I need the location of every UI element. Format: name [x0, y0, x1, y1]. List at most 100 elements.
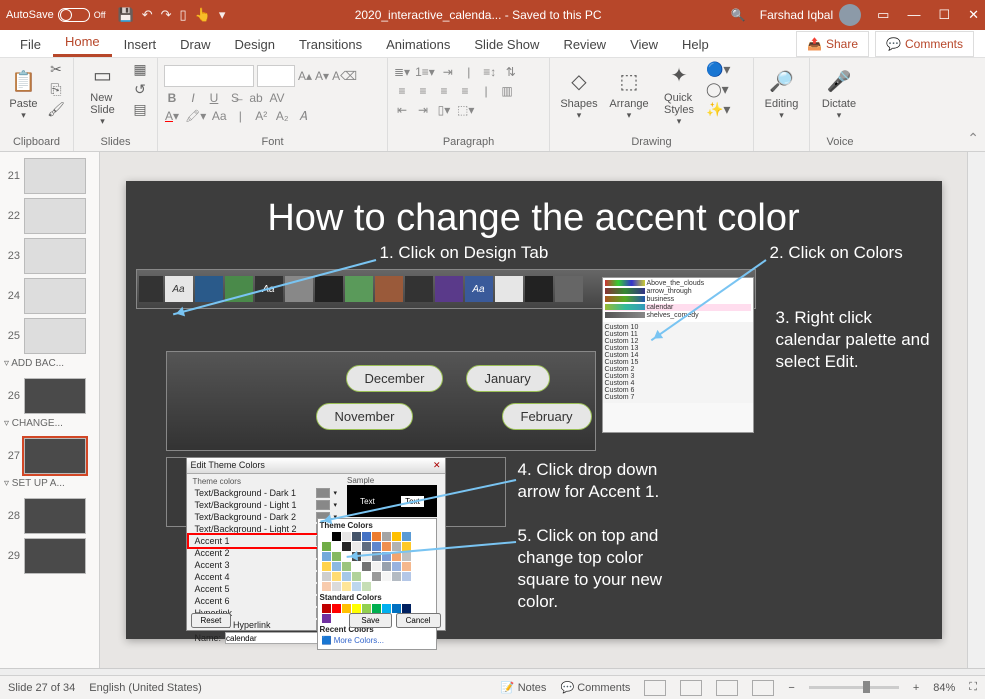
shadow-icon[interactable]: ab: [248, 91, 264, 105]
list-level-icon[interactable]: ⇥: [440, 65, 456, 79]
italic-icon[interactable]: I: [185, 91, 201, 105]
zoom-slider[interactable]: [809, 686, 899, 689]
normal-view-icon[interactable]: [644, 680, 666, 696]
step-4-text[interactable]: 4. Click drop down arrow for Accent 1.: [518, 459, 668, 503]
tab-file[interactable]: File: [8, 32, 53, 57]
step-5-text[interactable]: 5. Click on top and change top color squ…: [518, 525, 668, 613]
font-color-icon[interactable]: A▾: [164, 109, 180, 124]
maximize-icon[interactable]: ☐: [938, 7, 950, 23]
section-icon[interactable]: ▤: [129, 101, 151, 118]
autosave-toggle[interactable]: AutoSave Off: [6, 8, 106, 22]
thumbnail-25[interactable]: 25: [0, 316, 99, 356]
slideshow-view-icon[interactable]: [752, 680, 774, 696]
slide-canvas[interactable]: How to change the accent color 1. Click …: [100, 152, 967, 668]
close-icon[interactable]: ✕: [968, 7, 979, 23]
shape-effects-icon[interactable]: ✨▾: [706, 101, 728, 118]
quick-styles-button[interactable]: ✦Quick Styles▾: [656, 61, 702, 127]
line-spacing-icon[interactable]: ≡↕: [482, 65, 498, 79]
editing-button[interactable]: 🔎Editing▾: [760, 61, 803, 127]
notes-splitter[interactable]: [0, 668, 985, 675]
thumbnail-28[interactable]: 28: [0, 496, 99, 536]
underline-icon[interactable]: U: [206, 91, 222, 105]
save-button[interactable]: Save: [349, 613, 391, 628]
shapes-button[interactable]: ◇Shapes▾: [556, 61, 602, 127]
justify-icon[interactable]: ≡: [457, 84, 473, 98]
slide-thumbnails[interactable]: 2122232425▿ ADD BAC...26▿ CHANGE...27▿ S…: [0, 152, 100, 668]
align-text-icon[interactable]: ▯▾: [436, 103, 452, 117]
minimize-icon[interactable]: ―: [907, 7, 920, 23]
text-direction-icon[interactable]: ⇅: [503, 65, 519, 79]
search-icon[interactable]: 🔍: [731, 8, 746, 22]
copy-icon[interactable]: ⎘: [45, 81, 67, 98]
tab-review[interactable]: Review: [551, 32, 618, 57]
font-size-combo[interactable]: [257, 65, 295, 87]
comments-status-button[interactable]: 💬 Comments: [560, 681, 630, 694]
columns-icon[interactable]: ▥: [499, 84, 515, 98]
redo-icon[interactable]: ↷: [161, 7, 172, 23]
touch-icon[interactable]: 👆: [195, 7, 211, 23]
section-header[interactable]: ▿ CHANGE...: [4, 418, 84, 434]
format-painter-icon[interactable]: 🖌: [45, 101, 67, 118]
tab-home[interactable]: Home: [53, 29, 112, 57]
new-slide-button[interactable]: ▭New Slide▾: [80, 61, 125, 127]
share-button[interactable]: 📤 Share: [796, 31, 869, 57]
sorter-view-icon[interactable]: [680, 680, 702, 696]
user-account[interactable]: Farshad Iqbal: [760, 4, 861, 26]
change-case-icon[interactable]: Aa: [211, 109, 227, 124]
bold-icon[interactable]: B: [164, 91, 180, 105]
current-slide[interactable]: How to change the accent color 1. Click …: [126, 181, 942, 639]
bullets-icon[interactable]: ≣▾: [394, 65, 410, 79]
qat-more-icon[interactable]: ▾: [219, 7, 226, 23]
thumbnail-26[interactable]: 26: [0, 376, 99, 416]
tab-view[interactable]: View: [618, 32, 670, 57]
thumbnail-27[interactable]: 27: [0, 436, 99, 476]
align-center-icon[interactable]: ≡: [415, 84, 431, 98]
zoom-level[interactable]: 84%: [933, 682, 955, 694]
zoom-out-icon[interactable]: −: [788, 682, 794, 694]
spacing-icon[interactable]: AV: [269, 91, 285, 105]
align-right-icon[interactable]: ≡: [436, 84, 452, 98]
zoom-in-icon[interactable]: +: [913, 682, 919, 694]
numbering-icon[interactable]: 1≡▾: [415, 65, 435, 79]
step-1-text[interactable]: 1. Click on Design Tab: [380, 243, 549, 263]
tab-insert[interactable]: Insert: [112, 32, 169, 57]
thumbnail-29[interactable]: 29: [0, 536, 99, 576]
grow-font-icon[interactable]: A▴: [298, 69, 312, 83]
shape-fill-icon[interactable]: 🔵▾: [706, 61, 728, 78]
dictate-button[interactable]: 🎤Dictate▾: [816, 61, 862, 127]
smartart-icon[interactable]: ⬚▾: [457, 103, 474, 117]
reset-button[interactable]: Reset: [191, 613, 232, 628]
paste-button[interactable]: 📋Paste▾: [6, 61, 41, 127]
arrange-button[interactable]: ⬚Arrange▾: [606, 61, 652, 127]
save-icon[interactable]: 💾: [118, 7, 134, 23]
thumbnail-22[interactable]: 22: [0, 196, 99, 236]
vertical-scrollbar[interactable]: [967, 152, 985, 668]
ribbon-options-icon[interactable]: ▭: [877, 7, 889, 23]
reset-icon[interactable]: ↺: [129, 81, 151, 98]
subscript-icon[interactable]: A₂: [274, 109, 290, 124]
tab-design[interactable]: Design: [223, 32, 287, 57]
slideshow-icon[interactable]: ▯: [180, 7, 187, 23]
tab-draw[interactable]: Draw: [168, 32, 222, 57]
equation-icon[interactable]: 𝐴: [295, 109, 311, 124]
shrink-font-icon[interactable]: A▾: [315, 69, 329, 83]
step-2-text[interactable]: 2. Click on Colors: [770, 243, 903, 263]
collapse-ribbon-icon[interactable]: ⌃: [967, 130, 979, 147]
superscript-icon[interactable]: A²: [253, 109, 269, 124]
thumbnail-23[interactable]: 23: [0, 236, 99, 276]
decrease-indent-icon[interactable]: ⇤: [394, 103, 410, 117]
thumbnail-24[interactable]: 24: [0, 276, 99, 316]
increase-indent-icon[interactable]: ⇥: [415, 103, 431, 117]
strike-icon[interactable]: S̶: [227, 91, 243, 105]
language-status[interactable]: English (United States): [89, 682, 202, 694]
layout-icon[interactable]: ▦: [129, 61, 151, 78]
notes-button[interactable]: 📝 Notes: [501, 681, 547, 694]
font-name-combo[interactable]: [164, 65, 254, 87]
align-left-icon[interactable]: ≡: [394, 84, 410, 98]
tab-animations[interactable]: Animations: [374, 32, 462, 57]
tab-transitions[interactable]: Transitions: [287, 32, 374, 57]
cut-icon[interactable]: ✂: [45, 61, 67, 78]
cancel-button[interactable]: Cancel: [396, 613, 441, 628]
undo-icon[interactable]: ↶: [142, 7, 153, 23]
tab-help[interactable]: Help: [670, 32, 721, 57]
